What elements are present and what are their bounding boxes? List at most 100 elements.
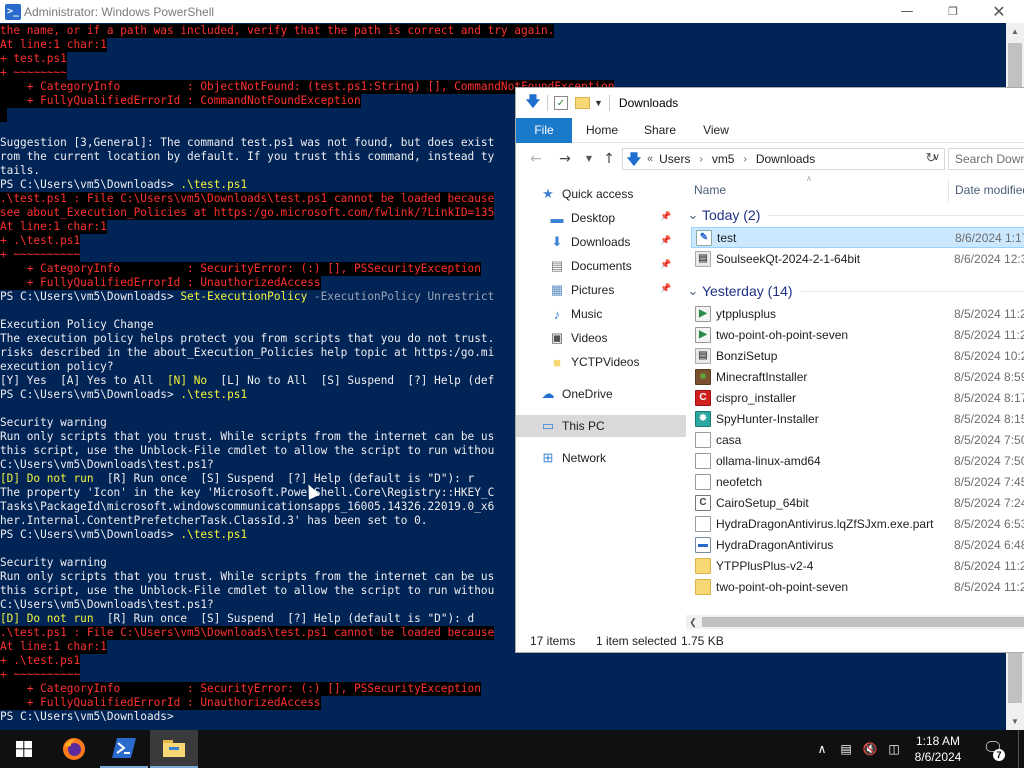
pin-icon[interactable]: 📌 [660,259,671,270]
file-row[interactable]: ✎ test 8/6/2024 1:17 [691,227,1024,248]
nav-item-network[interactable]: ⊞ Network [516,447,686,469]
console-line: Security warning [0,556,107,569]
properties-icon[interactable]: ✓ [554,96,568,110]
start-button[interactable] [0,730,48,768]
horizontal-scrollbar[interactable]: ❮ [686,615,1024,629]
console-line: PS C:\Users\vm5\Downloads> Set-Execution… [0,290,494,304]
nav-item-videos[interactable]: ▣ Videos [516,327,686,349]
group-header[interactable]: ⌄ Today (2) [686,204,1024,226]
close-button[interactable]: ✕ [976,0,1022,23]
nav-item-label: Downloads [571,235,631,249]
file-row[interactable]: ▶ two-point-oh-point-seven 8/5/2024 11:2 [691,324,1024,345]
app-file-icon: ▶ [695,305,711,322]
nav-item-documents[interactable]: ▤ Documents 📌 [516,255,686,277]
nav-item-pictures[interactable]: ▦ Pictures 📌 [516,279,686,301]
pin-icon[interactable]: 📌 [660,235,671,246]
file-row[interactable]: C CairoSetup_64bit 8/5/2024 7:24 [691,492,1024,513]
powershell-titlebar[interactable]: >_ Administrator: Windows PowerShell [0,0,1024,23]
column-name[interactable]: Name [694,183,726,197]
console-line: + CategoryInfo : SecurityError: (:) [], … [0,682,481,696]
taskbar-clock[interactable]: 1:18 AM 8/6/2024 [906,733,970,765]
address-bar[interactable]: 🡇 « Users › vm5 › Downloads ∨ [622,148,945,170]
file-row[interactable]: ✸ SpyHunter-Installer 8/5/2024 8:15 [691,408,1024,429]
file-name: BonziSetup [716,348,778,363]
tab-file[interactable]: File [516,118,572,143]
taskbar: ∧ ▤ 🔇 ◫ 1:18 AM 8/6/2024 🗨 7 [0,730,1024,768]
breadcrumb-users[interactable]: Users [659,152,690,166]
file-row[interactable]: HydraDragonAntivirus.lqZfSJxm.exe.part 8/… [691,513,1024,534]
desktop: >_ Administrator: Windows PowerShell — ❐… [0,0,1024,768]
breadcrumb-chevron-icon[interactable]: › [699,154,702,165]
nav-item-desktop[interactable]: ▬ Desktop 📌 [516,207,686,229]
scroll-thumb[interactable] [702,617,1024,627]
file-row[interactable]: YTPPlusPlus-v2-4 8/5/2024 11:2 [691,555,1024,576]
chevron-down-icon[interactable]: ⌄ [687,207,699,223]
recent-locations-chevron-icon[interactable]: ▼ [580,150,598,168]
console-arguments: -ExecutionPolicy Unrestrict [307,290,495,303]
forward-arrow-icon[interactable]: → [556,150,574,168]
scroll-left-icon[interactable]: ❮ [686,615,700,629]
tab-home[interactable]: Home [580,118,624,143]
taskbar-file-explorer[interactable] [150,730,198,768]
nav-item-onedrive[interactable]: ☁ OneDrive [516,383,686,405]
column-divider[interactable] [948,180,949,202]
pin-icon[interactable]: 📌 [660,211,671,222]
explorer-window[interactable]: 🡇 ✓ ▼ Downloads File Home Share View ← →… [515,87,1024,653]
scroll-down-icon[interactable]: ▼ [1006,713,1024,730]
chevron-down-icon[interactable]: ⌄ [687,283,699,299]
file-row[interactable]: casa 8/5/2024 7:50 [691,429,1024,450]
file-row[interactable]: ■ MinecraftInstaller 8/5/2024 8:59 [691,366,1024,387]
tab-view[interactable]: View [696,118,736,143]
column-date-modified[interactable]: Date modified [955,183,1024,197]
up-arrow-icon[interactable]: ↑ [600,150,618,168]
app-file-icon: ▶ [695,326,711,343]
breadcrumb-overflow[interactable]: « [647,153,653,165]
tab-share[interactable]: Share [638,118,682,143]
file-row[interactable]: Ccispro_installer 8/5/2024 8:17 [691,387,1024,408]
breadcrumb-chevron-icon[interactable]: › [743,154,746,165]
search-input[interactable]: Search Down [948,148,1024,170]
chevron-down-icon[interactable]: ▼ [594,98,603,108]
app-window-icon: ▬ [695,536,711,553]
nav-item-this-pc[interactable]: ▭ This PC [516,415,686,437]
file-name: HydraDragonAntivirus.lqZfSJxm.exe.part [716,516,934,531]
file-row[interactable]: ▤ SoulseekQt-2024-2-1-64bit 8/6/2024 12:3 [691,248,1024,269]
show-desktop-button[interactable] [1018,730,1024,768]
breadcrumb-vm5[interactable]: vm5 [712,152,735,166]
file-row[interactable]: neofetch 8/5/2024 7:45 [691,471,1024,492]
group-header[interactable]: ⌄ Yesterday (14) [686,280,1024,302]
file-row[interactable]: ▶ ytpplusplus 8/5/2024 11:2 [691,303,1024,324]
nav-item-yctpvideos[interactable]: ■ YCTPVideos [516,351,686,373]
nav-item-downloads[interactable]: ⬇ Downloads 📌 [516,231,686,253]
taskbar-firefox[interactable] [50,730,98,768]
pin-icon[interactable]: 📌 [660,283,671,294]
restore-button[interactable]: ❐ [930,0,976,23]
taskbar-powershell[interactable] [100,730,148,768]
volume-muted-icon[interactable]: 🔇 [862,741,878,757]
scroll-up-icon[interactable]: ▲ [1006,23,1024,40]
nav-item-quick-access[interactable]: ★ Quick access [516,183,686,205]
back-arrow-icon[interactable]: ← [527,150,545,168]
file-row[interactable]: ▬ HydraDragonAntivirus 8/5/2024 6:48 [691,534,1024,555]
file-row[interactable]: ▤ BonziSetup 8/5/2024 10:2 [691,345,1024,366]
console-line: rom the current location by default. If … [0,150,495,163]
explorer-titlebar[interactable]: 🡇 ✓ ▼ Downloads [516,88,1024,118]
console-prompt: PS C:\Users\vm5\Downloads> [0,178,181,191]
console-line: + ~~~~~~~~~~ [0,248,81,262]
toolbar-divider [608,95,610,111]
status-item-count: 17 items [530,634,576,648]
chevron-up-icon[interactable]: ∧ [814,741,830,757]
refresh-icon[interactable]: ↻ [921,148,941,168]
file-row[interactable]: ollama-linux-amd64 8/5/2024 7:50 [691,450,1024,471]
file-name: YTPPlusPlus-v2-4 [716,558,814,573]
file-name: ollama-linux-amd64 [716,453,821,468]
network-tray-icon[interactable]: ▤ [838,741,854,757]
minimize-button[interactable]: — [884,0,930,23]
file-date-modified: 8/5/2024 8:15 [954,411,1024,426]
breadcrumb-downloads[interactable]: Downloads [756,152,815,166]
group-label: Today (2) [702,207,761,223]
nav-item-music[interactable]: ♪ Music [516,303,686,325]
file-row[interactable]: two-point-oh-point-seven 8/5/2024 11:2 [691,576,1024,597]
new-folder-icon[interactable] [575,97,590,109]
action-center-tray-icon[interactable]: ◫ [886,741,902,757]
